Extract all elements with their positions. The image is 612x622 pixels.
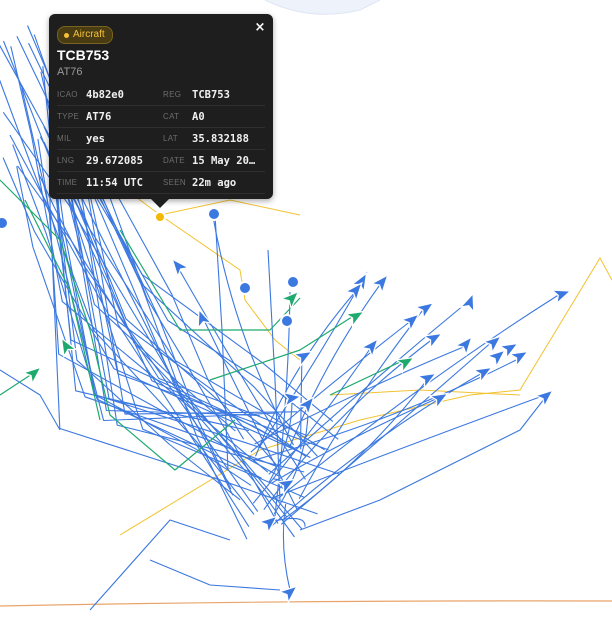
aircraft-arrow-shape [481, 335, 503, 355]
flight-track [149, 559, 281, 591]
aircraft-markers[interactable] [0, 207, 573, 605]
detail-key: SEEN [163, 178, 186, 187]
detail-key: REG [163, 90, 182, 99]
aircraft-arrow-icon[interactable] [458, 291, 480, 314]
detail-value: 29.672085 [86, 154, 143, 167]
detail-value: TCB753 [192, 88, 230, 101]
detail-value: 11:54 UTC [86, 176, 143, 189]
detail-key: TYPE [57, 112, 80, 121]
detail-value: AT76 [86, 110, 112, 123]
aircraft-arrow-shape [533, 389, 555, 409]
detail-cat: CAT A0 [163, 106, 265, 128]
aircraft-popup: Aircraft × TCB753 AT76 ICAO 4b82e0 REG TCB… [49, 14, 273, 208]
aircraft-arrow-shape [421, 332, 444, 350]
aircraft-arrow-icon[interactable] [421, 327, 446, 350]
detail-value: 22m ago [192, 176, 237, 189]
detail-reg: REG TCB753 [163, 84, 265, 106]
flight-track [329, 359, 409, 396]
detail-mil: MIL yes [57, 128, 163, 150]
aircraft-dot-icon[interactable] [286, 275, 300, 289]
aircraft-arrow-shape [171, 257, 191, 279]
flight-track [211, 210, 294, 446]
detail-type: TYPE AT76 [57, 106, 163, 128]
detail-key: ICAO [57, 90, 78, 99]
aircraft-arrow-icon[interactable] [481, 331, 505, 355]
boundary-line [0, 600, 612, 607]
route-lines [119, 184, 612, 536]
detail-value: A0 [192, 110, 205, 123]
aircraft-arrow-icon[interactable] [533, 385, 557, 409]
detail-value: 4b82e0 [86, 88, 124, 101]
detail-key: TIME [57, 178, 78, 187]
aircraft-arrow-icon[interactable] [369, 271, 393, 295]
flight-track [89, 519, 231, 611]
aircraft-details-grid: ICAO 4b82e0 REG TCB753 TYPE AT76 CAT A0 MIL y… [57, 84, 265, 194]
aircraft-arrow-shape [393, 356, 416, 374]
detail-value: yes [86, 132, 105, 145]
detail-lat: LAT 35.832188 [163, 128, 265, 150]
detail-time: TIME 11:54 UTC [57, 172, 163, 194]
aircraft-dot-icon[interactable] [0, 216, 9, 230]
detail-value: 15 May 20… [192, 154, 256, 167]
detail-key: CAT [163, 112, 180, 121]
route-line [159, 199, 301, 216]
aircraft-arrow-shape [458, 291, 475, 314]
aircraft-dot-icon[interactable] [238, 281, 252, 295]
aircraft-arrow-icon[interactable] [167, 255, 191, 279]
detail-key: LNG [57, 156, 75, 165]
aircraft-arrow-icon[interactable] [550, 284, 573, 306]
selected-aircraft-dot-icon[interactable] [154, 211, 166, 223]
aircraft-callsign: TCB753 [57, 47, 110, 63]
flight-track [0, 369, 61, 431]
aircraft-arrow-shape [197, 307, 214, 330]
aircraft-arrow-shape [279, 290, 300, 311]
detail-key: MIL [57, 134, 72, 143]
aircraft-dot-icon[interactable] [280, 314, 294, 328]
aircraft-arrow-shape [399, 313, 421, 333]
aircraft-arrow-icon[interactable] [21, 362, 45, 386]
aircraft-arrow-shape [277, 585, 299, 605]
badge-label: Aircraft [73, 29, 105, 40]
detail-key: DATE [163, 156, 185, 165]
aircraft-arrow-shape [550, 289, 573, 306]
badge-dot-icon [64, 32, 69, 38]
flight-track [289, 281, 383, 448]
detail-lng: LNG 29.672085 [57, 150, 163, 172]
aircraft-arrow-shape [21, 366, 43, 386]
aircraft-arrow-icon[interactable] [277, 581, 301, 605]
boundary-lines [0, 600, 612, 607]
aircraft-dot-icon[interactable] [207, 207, 221, 221]
flight-track [119, 229, 301, 331]
flight-track [298, 305, 427, 500]
detail-date: DATE 15 May 20… [163, 150, 265, 172]
aircraft-subtitle: AT76 [57, 66, 83, 78]
aircraft-arrow-icon[interactable] [393, 351, 418, 374]
flight-track [258, 271, 368, 449]
aircraft-arrow-icon[interactable] [192, 307, 214, 330]
detail-key: LAT [163, 134, 178, 143]
flight-tracks-green [0, 179, 409, 471]
flight-track [271, 393, 549, 499]
detail-icao: ICAO 4b82e0 [57, 84, 163, 106]
popup-pointer [151, 199, 169, 208]
detail-value: 35.832188 [192, 132, 249, 145]
aircraft-arrow-icon[interactable] [279, 287, 303, 311]
aircraft-arrow-shape [369, 273, 389, 295]
aircraft-arrow-icon[interactable] [399, 309, 423, 333]
close-icon[interactable]: × [253, 21, 267, 35]
detail-seen: SEEN 22m ago [163, 172, 265, 194]
aircraft-badge: Aircraft [57, 26, 113, 44]
flight-track [299, 393, 549, 531]
map-background [264, 0, 381, 15]
